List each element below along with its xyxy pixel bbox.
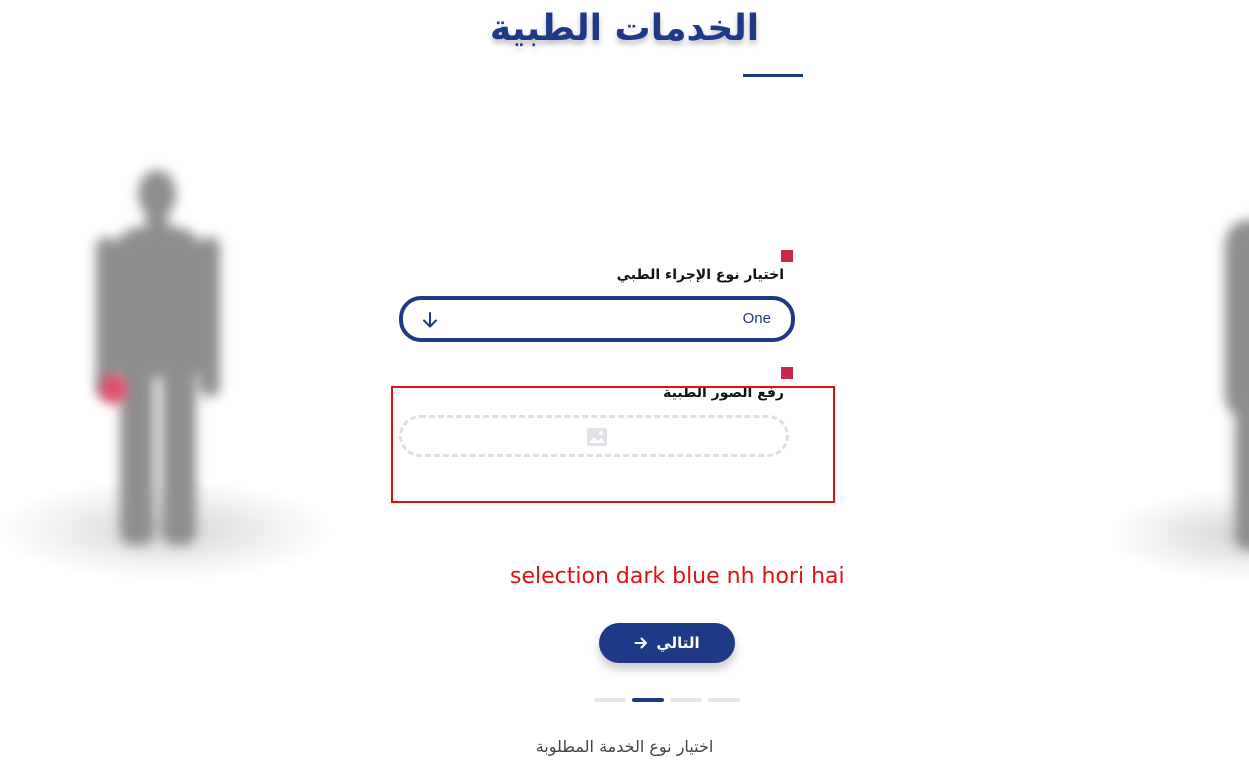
step-indicator-1	[594, 698, 626, 702]
title-underline	[743, 74, 803, 77]
left-body-figure	[90, 165, 230, 555]
page: الخدمات الطبية اختيار نوع الإجراء الطبي …	[0, 0, 1249, 765]
step-indicator-3	[670, 698, 702, 702]
arrow-down-icon	[423, 312, 437, 328]
procedure-type-label: اختيار نوع الإجراء الطبي	[616, 267, 784, 283]
procedure-type-select[interactable]: One	[399, 296, 795, 342]
next-button[interactable]: التالي	[599, 623, 735, 663]
next-button-label: التالي	[656, 634, 700, 652]
step-caption: اختيار نوع الخدمة المطلوبة	[535, 737, 714, 756]
step-indicator-4	[708, 698, 740, 702]
page-title: الخدمات الطبية	[489, 8, 760, 49]
arrow-right-icon	[634, 637, 648, 649]
pain-highlight	[100, 374, 128, 404]
annotation-note: selection dark blue nh hori hai	[510, 564, 845, 589]
right-body-figure	[1215, 220, 1249, 550]
required-marker	[781, 250, 793, 262]
annotation-highlight-box	[391, 386, 835, 503]
step-indicator-2-active	[632, 698, 664, 702]
procedure-type-value: One	[742, 310, 771, 327]
required-marker	[781, 367, 793, 379]
